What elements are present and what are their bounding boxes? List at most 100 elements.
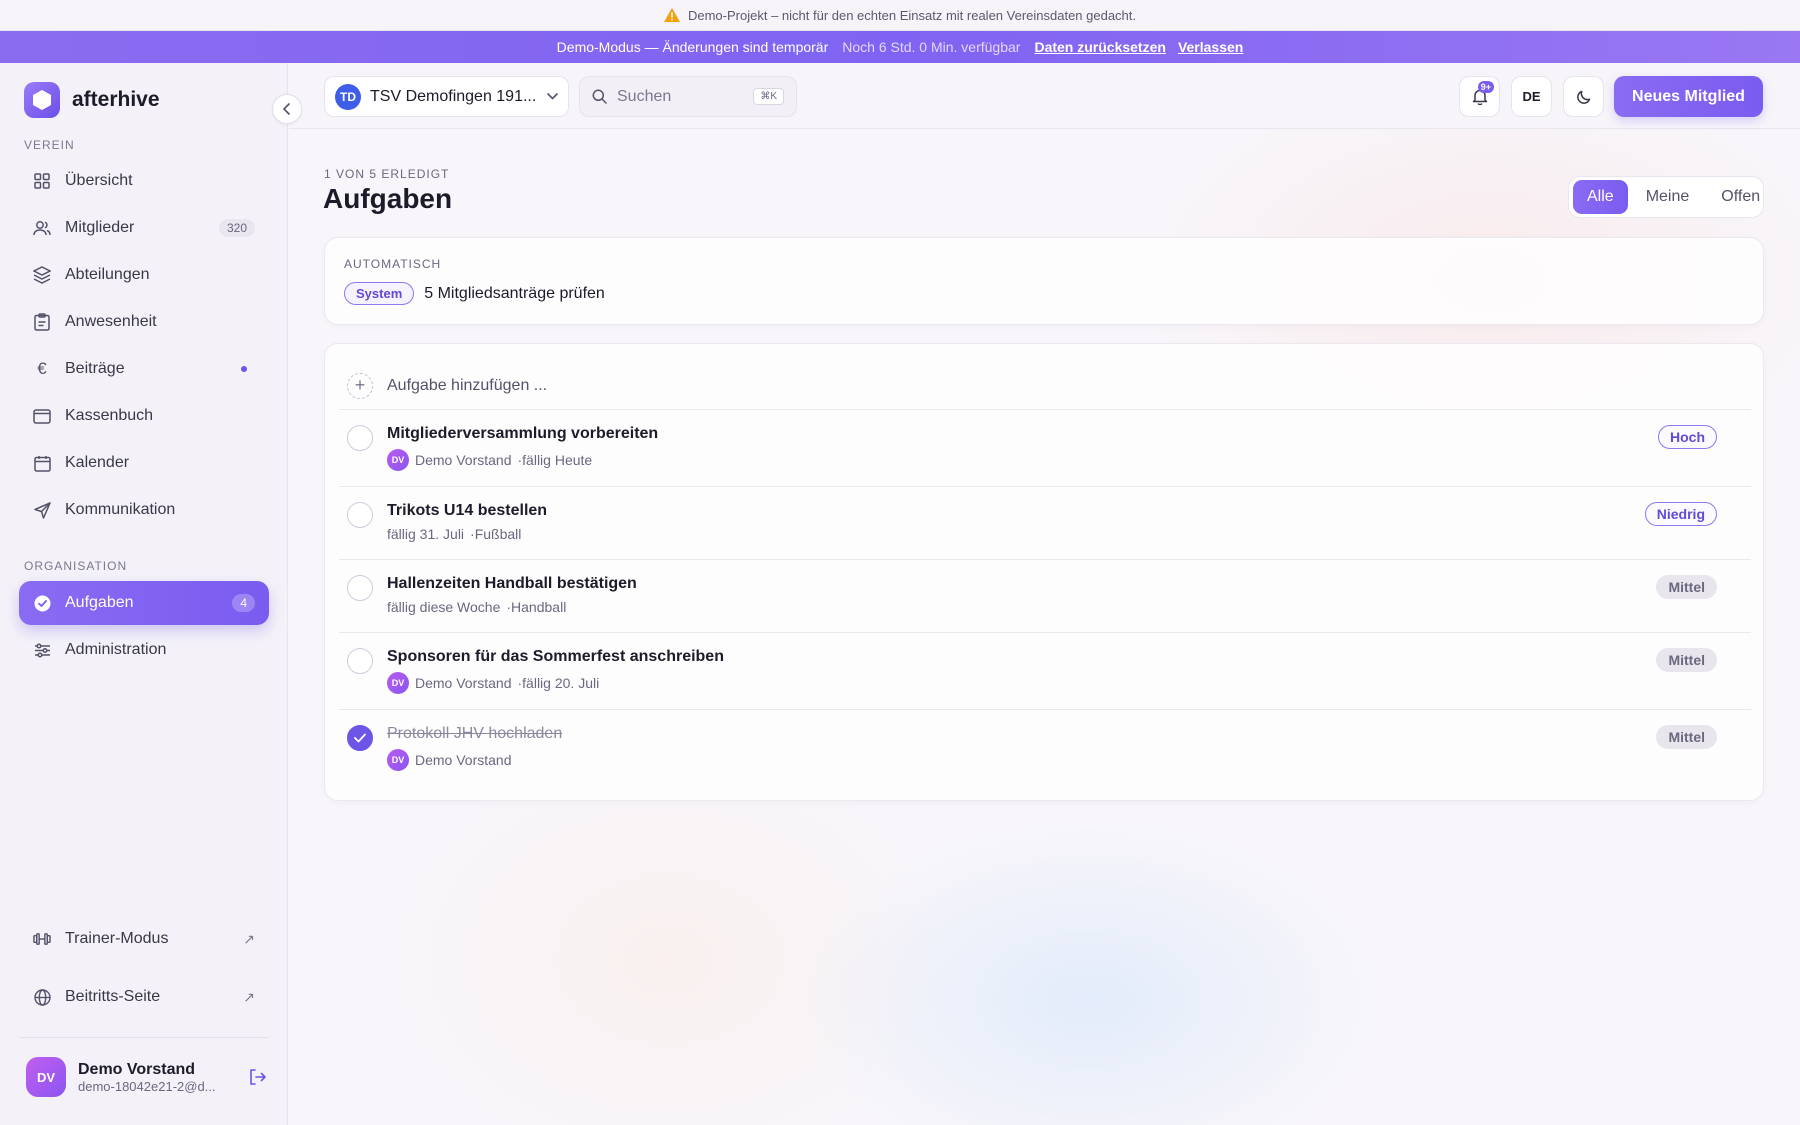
filter-all[interactable]: Alle [1573, 180, 1628, 214]
priority-badge: Mittel [1656, 575, 1717, 599]
task-checkbox[interactable] [347, 648, 373, 674]
section-label-verein: VEREIN [24, 138, 75, 152]
sidebar-item-administration[interactable]: Administration [19, 628, 269, 672]
brand[interactable]: afterhive [24, 82, 160, 118]
sliders-icon [33, 641, 51, 659]
organization-selector[interactable]: TD TSV Demofingen 191... [324, 76, 569, 117]
globe-icon [33, 988, 51, 1006]
task-list-card: + Aufgabe hinzufügen ... Mitgliederversa… [324, 343, 1764, 801]
demo-mode-text: Demo-Modus — Änderungen sind temporär [556, 39, 829, 55]
sidebar-item-mitglieder[interactable]: Mitglieder 320 [19, 206, 269, 250]
clipboard-icon [33, 313, 51, 331]
search-shortcut: ⌘K [753, 88, 784, 105]
task-title[interactable]: Mitgliederversammlung vorbereiten [387, 425, 1751, 443]
sidebar-item-beitraege[interactable]: € Beiträge [19, 347, 269, 391]
priority-badge: Niedrig [1644, 502, 1717, 526]
task-department: ·Fußball [470, 526, 522, 542]
add-task-row[interactable]: + Aufgabe hinzufügen ... [339, 362, 1751, 410]
search-input[interactable] [617, 87, 744, 106]
demo-mode-bar: Demo-Modus — Änderungen sind temporär No… [0, 31, 1800, 63]
org-avatar: TD [335, 83, 361, 110]
progress-kicker: 1 VON 5 ERLEDIGT [324, 167, 450, 181]
member-count-badge: 320 [218, 219, 255, 237]
filter-mine[interactable]: Meine [1632, 180, 1704, 214]
task-due: fällig 31. Juli [387, 526, 465, 542]
user-name: Demo Vorstand [78, 1060, 196, 1078]
sidebar-item-kassenbuch[interactable]: Kassenbuch [19, 394, 269, 438]
chevron-down-icon [547, 93, 558, 100]
grid-icon [33, 172, 51, 190]
sidebar-item-label: Administration [65, 641, 167, 658]
user-profile[interactable]: DV Demo Vorstand demo-18042e21-2@d... [26, 1057, 266, 1097]
task-checkbox[interactable] [347, 502, 373, 528]
dumbbell-icon [33, 930, 51, 948]
task-filter: Alle Meine Offen [1568, 176, 1764, 218]
task-row: Mitgliederversammlung vorbereiten DV Dem… [339, 410, 1751, 487]
task-title[interactable]: Trikots U14 bestellen [387, 502, 1751, 520]
demo-notice: Demo-Projekt – nicht für den echten Eins… [0, 0, 1800, 31]
sidebar-item-uebersicht[interactable]: Übersicht [19, 159, 269, 203]
join-page-link[interactable]: Beitritts-Seite ↗ [19, 975, 269, 1019]
reset-data-link[interactable]: Daten zurücksetzen [1034, 39, 1165, 55]
sidebar-item-label: Kommunikation [65, 501, 176, 518]
external-link-icon: ↗ [243, 930, 255, 947]
task-due: ·fällig 20. Juli [517, 675, 600, 691]
layers-icon [33, 266, 51, 284]
task-row: Sponsoren für das Sommerfest anschreiben… [339, 633, 1751, 710]
sidebar-item-anwesenheit[interactable]: Anwesenheit [19, 300, 269, 344]
filter-open[interactable]: Offen [1707, 180, 1774, 214]
moon-icon [1576, 90, 1590, 104]
check-circle-icon [33, 594, 51, 612]
add-task-input[interactable]: Aufgabe hinzufügen ... [387, 377, 547, 395]
logout-icon[interactable] [248, 1068, 266, 1086]
language-switcher[interactable]: DE [1511, 76, 1552, 117]
user-email: demo-18042e21-2@d... [78, 1078, 216, 1094]
hexagon-logo-icon [24, 82, 60, 118]
join-page-label: Beitritts-Seite [65, 988, 161, 1005]
sidebar: afterhive VEREIN Übersicht Mitglieder 32… [0, 63, 288, 1125]
search-box[interactable]: ⌘K [579, 76, 797, 117]
priority-badge: Mittel [1656, 725, 1717, 749]
plus-icon: + [347, 372, 373, 399]
sidebar-item-label: Aufgaben [65, 594, 134, 611]
sidebar-item-label: Abteilungen [65, 266, 150, 283]
automatic-label: AUTOMATISCH [344, 257, 442, 271]
sidebar-item-label: Kassenbuch [65, 407, 154, 424]
chevron-left-icon [282, 103, 290, 115]
sidebar-item-kommunikation[interactable]: Kommunikation [19, 488, 269, 532]
collapse-sidebar-button[interactable] [272, 94, 302, 124]
task-checkbox-checked[interactable] [347, 725, 373, 751]
task-assignee: Demo Vorstand [415, 452, 512, 468]
task-row: Protokoll JHV hochladen DV Demo Vorstand… [339, 710, 1751, 790]
trainer-mode-link[interactable]: Trainer-Modus ↗ [19, 917, 269, 961]
task-checkbox[interactable] [347, 575, 373, 601]
leave-demo-link[interactable]: Verlassen [1178, 39, 1243, 55]
page-title: Aufgaben [323, 183, 453, 214]
sidebar-item-label: Beiträge [65, 360, 125, 377]
sidebar-item-kalender[interactable]: Kalender [19, 441, 269, 485]
system-badge: System [344, 282, 415, 305]
external-link-icon: ↗ [243, 988, 255, 1005]
new-member-button[interactable]: Neues Mitglied [1614, 76, 1763, 117]
sidebar-item-label: Kalender [65, 454, 130, 471]
task-title[interactable]: Protokoll JHV hochladen [387, 725, 1751, 743]
section-label-organisation: ORGANISATION [24, 559, 128, 573]
automatic-tasks-card: AUTOMATISCH System 5 Mitgliedsanträge pr… [324, 237, 1764, 325]
task-department: ·Handball [506, 599, 567, 615]
task-title[interactable]: Hallenzeiten Handball bestätigen [387, 575, 1751, 593]
task-checkbox[interactable] [347, 425, 373, 451]
avatar: DV [387, 672, 409, 694]
priority-badge: Hoch [1658, 425, 1717, 449]
task-row: Trikots U14 bestellen fällig 31. Juli ·F… [339, 487, 1751, 560]
task-title[interactable]: Sponsoren für das Sommerfest anschreiben [387, 648, 1751, 666]
notifications-button[interactable]: 9+ [1459, 76, 1500, 117]
task-due: ·fällig Heute [517, 452, 593, 468]
sidebar-item-aufgaben[interactable]: Aufgaben 4 [19, 581, 269, 625]
top-header: TD TSV Demofingen 191... ⌘K 9+ DE Neues … [289, 63, 1800, 129]
sidebar-item-abteilungen[interactable]: Abteilungen [19, 253, 269, 297]
automatic-task[interactable]: System 5 Mitgliedsanträge prüfen [344, 282, 605, 305]
send-icon [33, 501, 51, 519]
theme-toggle-button[interactable] [1563, 76, 1604, 117]
brand-name: afterhive [72, 88, 160, 111]
open-tasks-badge: 4 [232, 594, 255, 612]
